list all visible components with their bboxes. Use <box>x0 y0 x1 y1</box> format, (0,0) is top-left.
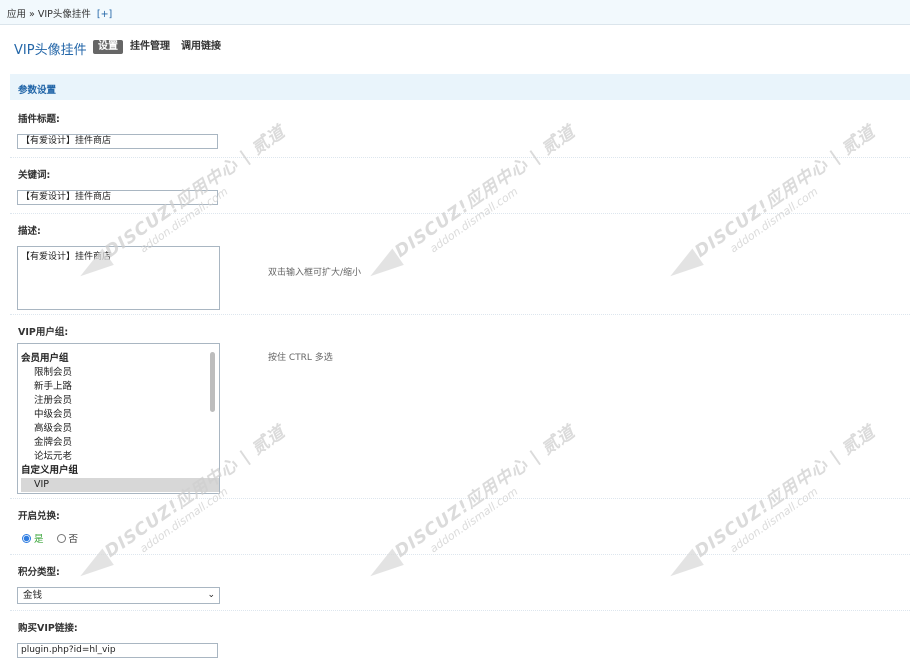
watermark-arrow-icon <box>664 248 704 285</box>
listbox-option[interactable]: 会员用户组 <box>21 352 206 366</box>
watermark: DISCUZ!应用中心 | 贰道 addon.dismall.com <box>664 109 910 290</box>
watermark-url: addon.dismall.com <box>427 184 521 256</box>
listbox-scrollbar[interactable] <box>210 352 215 412</box>
watermark-text: DISCUZ!应用中心 | 贰道 <box>391 422 580 562</box>
divider <box>10 314 910 315</box>
listbox-option[interactable]: 中级会员 <box>21 408 219 422</box>
breadcrumb-path[interactable]: 应用 » VIP头像挂件 <box>7 9 91 20</box>
radio-yes-label[interactable]: 是 <box>34 534 44 545</box>
credit-type-select[interactable]: 金钱 ⌄ <box>17 587 220 604</box>
tab-pendant-management[interactable]: 挂件管理 <box>127 40 173 54</box>
watermark-text: DISCUZ!应用中心 | 贰道 <box>691 422 880 562</box>
credit-type-label: 积分类型: <box>18 567 60 578</box>
listbox-option[interactable]: 注册会员 <box>21 394 219 408</box>
watermark-url: addon.dismall.com <box>727 184 821 256</box>
chevron-down-icon: ⌄ <box>207 590 215 600</box>
keywords-label: 关键词: <box>18 170 51 181</box>
plugin-title: VIP头像挂件 <box>14 43 87 58</box>
breadcrumb: 应用 » VIP头像挂件 [+] <box>7 6 112 20</box>
buy-vip-link-label: 购买VIP链接: <box>18 623 78 634</box>
description-label: 描述: <box>18 226 41 237</box>
watermark: DISCUZ!应用中心 | 贰道 addon.dismall.com <box>364 409 612 590</box>
description-textarea[interactable]: 【有爱设计】挂件商店 <box>17 246 220 310</box>
plugin-header: VIP头像挂件 设置 挂件管理 调用链接 <box>0 34 910 60</box>
listbox-option[interactable]: 金牌会员 <box>21 436 219 450</box>
radio-yes[interactable] <box>22 534 31 543</box>
enable-exchange-radios: 是 否 <box>22 531 88 545</box>
add-shortcut-link[interactable]: [+] <box>97 9 112 20</box>
watermark-url: addon.dismall.com <box>427 484 521 556</box>
breadcrumb-bar: 应用 » VIP头像挂件 [+] <box>0 0 910 25</box>
vip-groups-label: VIP用户组: <box>18 327 69 338</box>
credit-type-value: 金钱 <box>23 590 43 601</box>
listbox-option[interactable]: 高级会员 <box>21 422 219 436</box>
listbox-option[interactable]: 限制会员 <box>21 366 219 380</box>
watermark-url: addon.dismall.com <box>727 484 821 556</box>
listbox-option[interactable]: 新手上路 <box>21 380 219 394</box>
watermark: DISCUZ!应用中心 | 贰道 addon.dismall.com <box>364 109 612 290</box>
listbox-option-selected[interactable]: VIP <box>21 478 219 492</box>
listbox-option[interactable]: 论坛元老 <box>21 450 219 464</box>
section-header: 参数设置 <box>10 74 910 100</box>
tab-call-links[interactable]: 调用链接 <box>178 40 224 54</box>
divider <box>10 554 910 555</box>
vip-groups-hint: 按住 CTRL 多选 <box>268 353 333 363</box>
vip-groups-multiselect[interactable]: 会员用户组 限制会员 新手上路 注册会员 中级会员 高级会员 金牌会员 论坛元老… <box>17 343 220 494</box>
plugin-title-label: 插件标题: <box>18 114 60 125</box>
watermark-arrow-icon <box>364 248 404 285</box>
watermark-text: DISCUZ!应用中心 | 贰道 <box>691 122 880 262</box>
radio-no[interactable] <box>56 534 66 543</box>
divider <box>10 213 910 214</box>
keywords-input[interactable]: 【有爱设计】挂件商店 <box>17 190 218 205</box>
tab-settings[interactable]: 设置 <box>93 40 123 54</box>
divider <box>10 610 910 611</box>
section-title: 参数设置 <box>18 85 57 96</box>
watermark: DISCUZ!应用中心 | 贰道 addon.dismall.com <box>664 409 910 590</box>
buy-vip-link-input[interactable]: plugin.php?id=hl_vip <box>17 643 218 658</box>
listbox-option[interactable]: 自定义用户组 <box>21 464 206 478</box>
enable-exchange-label: 开启兑换: <box>18 511 60 522</box>
divider <box>10 157 910 158</box>
watermark-text: DISCUZ!应用中心 | 贰道 <box>101 122 290 262</box>
radio-no-label[interactable]: 否 <box>69 534 79 545</box>
description-hint: 双击输入框可扩大/缩小 <box>268 268 362 278</box>
plugin-title-input[interactable]: 【有爱设计】挂件商店 <box>17 134 218 149</box>
divider <box>10 498 910 499</box>
watermark-text: DISCUZ!应用中心 | 贰道 <box>391 122 580 262</box>
